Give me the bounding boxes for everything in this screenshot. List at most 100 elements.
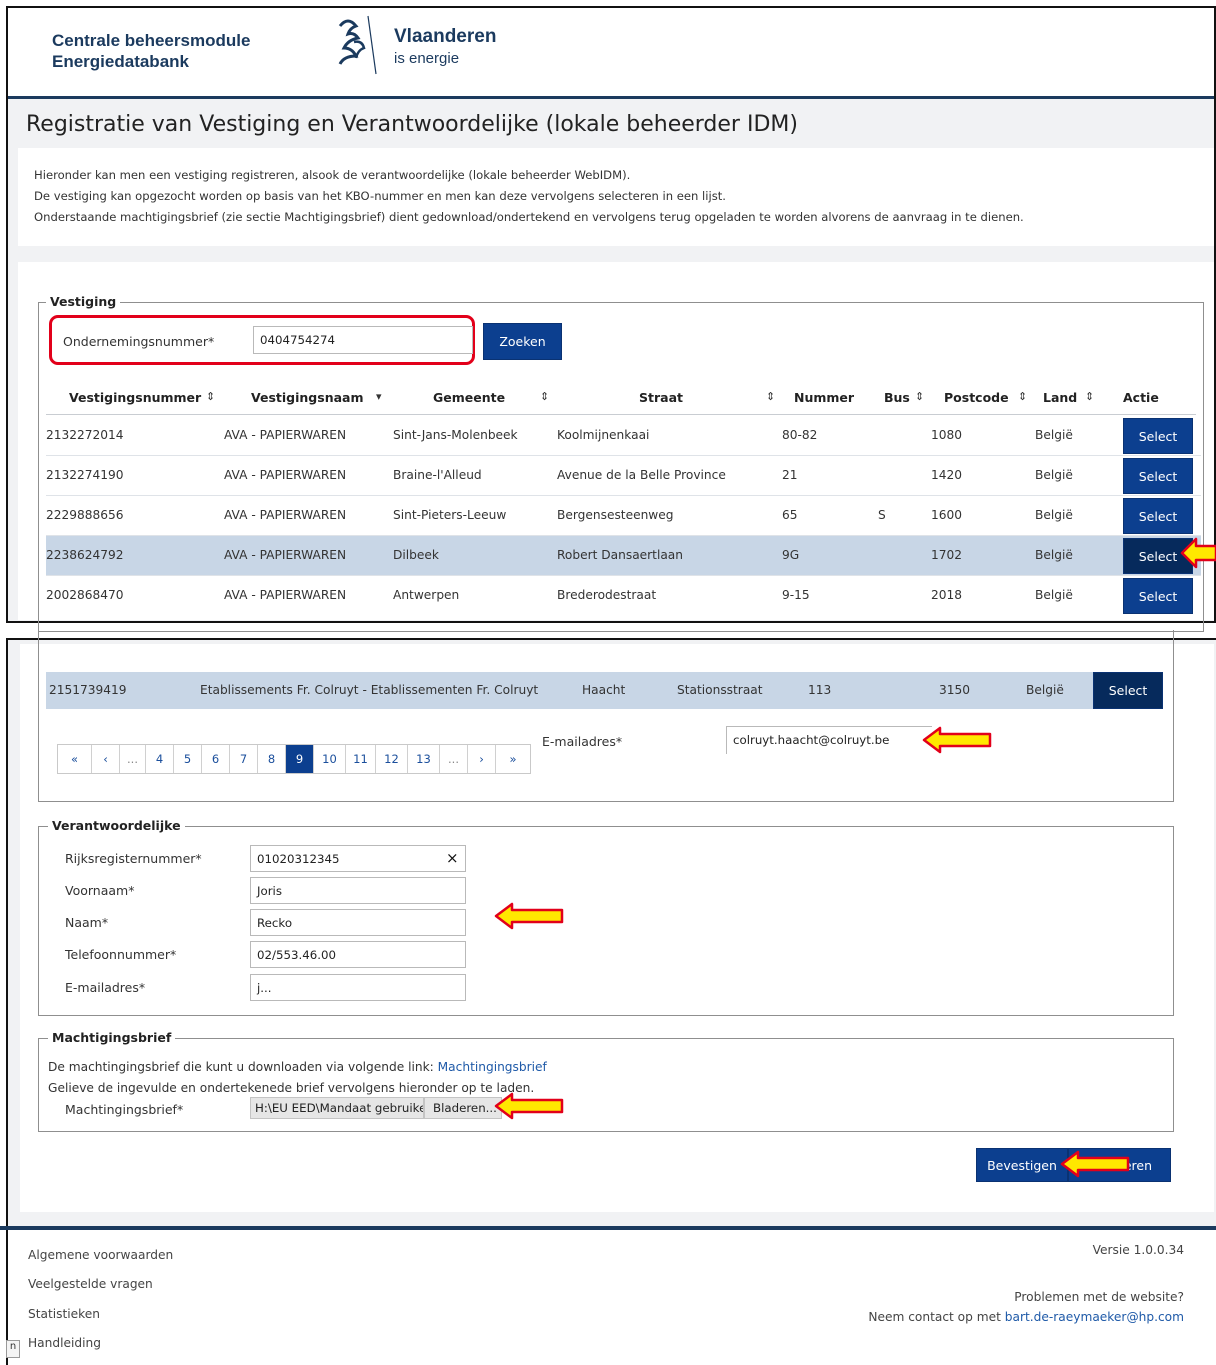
page-9-active[interactable]: 9: [286, 745, 314, 773]
col-bus[interactable]: Bus: [884, 390, 910, 405]
footer-link-statistieken[interactable]: Statistieken: [28, 1307, 100, 1321]
select-button[interactable]: Select: [1123, 498, 1193, 534]
bevestigen-button[interactable]: Bevestigen: [976, 1148, 1068, 1182]
footer-link-voorwaarden[interactable]: Algemene voorwaarden: [28, 1248, 173, 1262]
select-button[interactable]: Select: [1123, 458, 1193, 494]
telefoonnummer-input[interactable]: 02/553.46.00: [250, 941, 466, 968]
contact-text: Neem contact op met bart.de-raeymaeker@h…: [868, 1310, 1184, 1324]
rijksregisternummer-input[interactable]: 01020312345: [250, 845, 466, 872]
page-12[interactable]: 12: [376, 745, 408, 773]
annotation-arrow-icon: [494, 902, 564, 930]
table-row[interactable]: 2132272014 AVA - PAPIERWAREN Sint-Jans-M…: [46, 416, 1201, 456]
voornaam-input[interactable]: Joris: [250, 877, 466, 904]
cell-gemeente: Sint-Jans-Molenbeek: [393, 428, 518, 442]
page-prev[interactable]: ‹: [92, 745, 120, 773]
sort-icon[interactable]: ⇕: [540, 390, 549, 403]
col-nummer[interactable]: Nummer: [794, 390, 854, 405]
cell-vestigingsnaam: AVA - PAPIERWAREN: [224, 508, 347, 522]
page-4[interactable]: 4: [146, 745, 174, 773]
sort-icon[interactable]: ⇕: [766, 390, 775, 403]
footer-link-faq[interactable]: Veelgestelde vragen: [28, 1277, 153, 1291]
page-next[interactable]: ›: [468, 745, 496, 773]
page-5[interactable]: 5: [174, 745, 202, 773]
table-row-selected[interactable]: 2238624792 AVA - PAPIERWAREN Dilbeek Rob…: [46, 536, 1201, 576]
cell-vestigingsnummer: 2132274190: [46, 468, 124, 482]
table-row[interactable]: 2229888656 AVA - PAPIERWAREN Sint-Pieter…: [46, 496, 1201, 536]
footer-link-handleiding[interactable]: Handleiding: [28, 1336, 101, 1350]
vestiging-fieldset-continued: [38, 630, 1174, 802]
machtiging-line1: De machtingingsbrief die kunt u download…: [48, 1060, 434, 1074]
zoeken-button[interactable]: Zoeken: [483, 323, 562, 360]
col-vestigingsnaam[interactable]: Vestigingsnaam: [251, 390, 363, 405]
select-button[interactable]: Select: [1123, 418, 1193, 454]
cell-straat: Stationsstraat: [677, 683, 763, 697]
clear-icon[interactable]: ×: [446, 849, 459, 867]
page-last[interactable]: »: [496, 745, 530, 773]
col-straat[interactable]: Straat: [639, 390, 683, 405]
col-postcode[interactable]: Postcode: [944, 390, 1009, 405]
col-land[interactable]: Land: [1043, 390, 1077, 405]
sort-icon[interactable]: ⇕: [915, 390, 924, 403]
version-text: Versie 1.0.0.34: [1092, 1243, 1184, 1257]
cell-land: België: [1035, 588, 1073, 602]
table-row[interactable]: 2132274190 AVA - PAPIERWAREN Braine-l'Al…: [46, 456, 1201, 496]
col-vestigingsnummer[interactable]: Vestigingsnummer: [69, 390, 201, 405]
intro-line-2: De vestiging kan opgezocht worden op bas…: [34, 189, 726, 203]
sort-icon[interactable]: ⇕: [1018, 390, 1027, 403]
page-10[interactable]: 10: [314, 745, 346, 773]
cell-postcode: 1600: [931, 508, 963, 522]
voornaam-label: Voornaam*: [65, 883, 135, 898]
annotation-arrow-icon: [1180, 537, 1216, 569]
email-input[interactable]: j...: [250, 974, 466, 1001]
sort-icon[interactable]: ⇕: [1085, 390, 1094, 403]
verantwoordelijke-legend: Verantwoordelijke: [48, 818, 185, 833]
page-13[interactable]: 13: [408, 745, 440, 773]
page-7[interactable]: 7: [230, 745, 258, 773]
cell-vestigingsnaam: AVA - PAPIERWAREN: [224, 548, 347, 562]
sort-icon[interactable]: ⇕: [206, 390, 215, 403]
cell-postcode: 3150: [939, 683, 971, 697]
cell-land: België: [1035, 508, 1073, 522]
rijksregisternummer-label: Rijksregisternummer*: [65, 851, 202, 866]
select-button[interactable]: Select: [1093, 672, 1163, 709]
cell-gemeente: Dilbeek: [393, 548, 439, 562]
cell-land: België: [1035, 428, 1073, 442]
page-ellipsis[interactable]: ...: [440, 745, 468, 773]
cell-nummer: 21: [782, 468, 798, 482]
brand-line-1: Centrale beheersmodule: [52, 31, 251, 50]
vlaanderen-title: Vlaanderen: [394, 26, 497, 47]
page-first[interactable]: «: [58, 745, 92, 773]
cell-straat: Avenue de la Belle Province: [557, 468, 726, 482]
ondernemingsnummer-input[interactable]: 0404754274: [253, 326, 473, 354]
intro-line-3: Onderstaande machtigingsbrief (zie secti…: [34, 210, 1024, 224]
col-gemeente[interactable]: Gemeente: [433, 390, 505, 405]
vestiging-email-input[interactable]: colruyt.haacht@colruyt.be: [726, 726, 932, 754]
page-6[interactable]: 6: [202, 745, 230, 773]
brand-title[interactable]: Centrale beheersmodule Energiedatabank: [52, 30, 250, 72]
cell-straat: Brederodestraat: [557, 588, 657, 602]
selected-vestiging-row[interactable]: 2151739419 Etablissements Fr. Colruyt - …: [46, 672, 1163, 709]
cell-vestigingsnummer: 2151739419: [49, 683, 127, 697]
cell-vestigingsnummer: 2238624792: [46, 548, 124, 562]
machtiging-file-path[interactable]: H:\EU EED\Mandaat gebruike: [250, 1097, 424, 1119]
cell-gemeente: Braine-l'Alleud: [393, 468, 482, 482]
cell-vestigingsnummer: 2002868470: [46, 588, 124, 602]
contact-email-link[interactable]: bart.de-raeymaeker@hp.com: [1005, 1310, 1184, 1324]
corner-tab: n: [6, 1340, 20, 1358]
cell-land: België: [1026, 683, 1064, 697]
cell-straat: Robert Dansaertlaan: [557, 548, 684, 562]
cell-bus: S: [878, 508, 886, 522]
table-row[interactable]: 2002868470 AVA - PAPIERWAREN Antwerpen B…: [46, 576, 1201, 616]
page-8[interactable]: 8: [258, 745, 286, 773]
annotation-arrow-icon: [922, 726, 992, 754]
cell-vestigingsnaam: AVA - PAPIERWAREN: [224, 428, 347, 442]
cell-straat: Bergensesteenweg: [557, 508, 674, 522]
sort-down-icon[interactable]: ▾: [376, 390, 382, 403]
machtiging-download-link[interactable]: Machtingingsbrief: [438, 1060, 547, 1074]
naam-input[interactable]: Recko: [250, 909, 466, 936]
select-button[interactable]: Select: [1123, 578, 1193, 614]
bladeren-button[interactable]: Bladeren...: [424, 1097, 502, 1119]
page-11[interactable]: 11: [346, 745, 376, 773]
vlaanderen-subtitle: is energie: [394, 50, 460, 67]
page-ellipsis[interactable]: ...: [120, 745, 146, 773]
